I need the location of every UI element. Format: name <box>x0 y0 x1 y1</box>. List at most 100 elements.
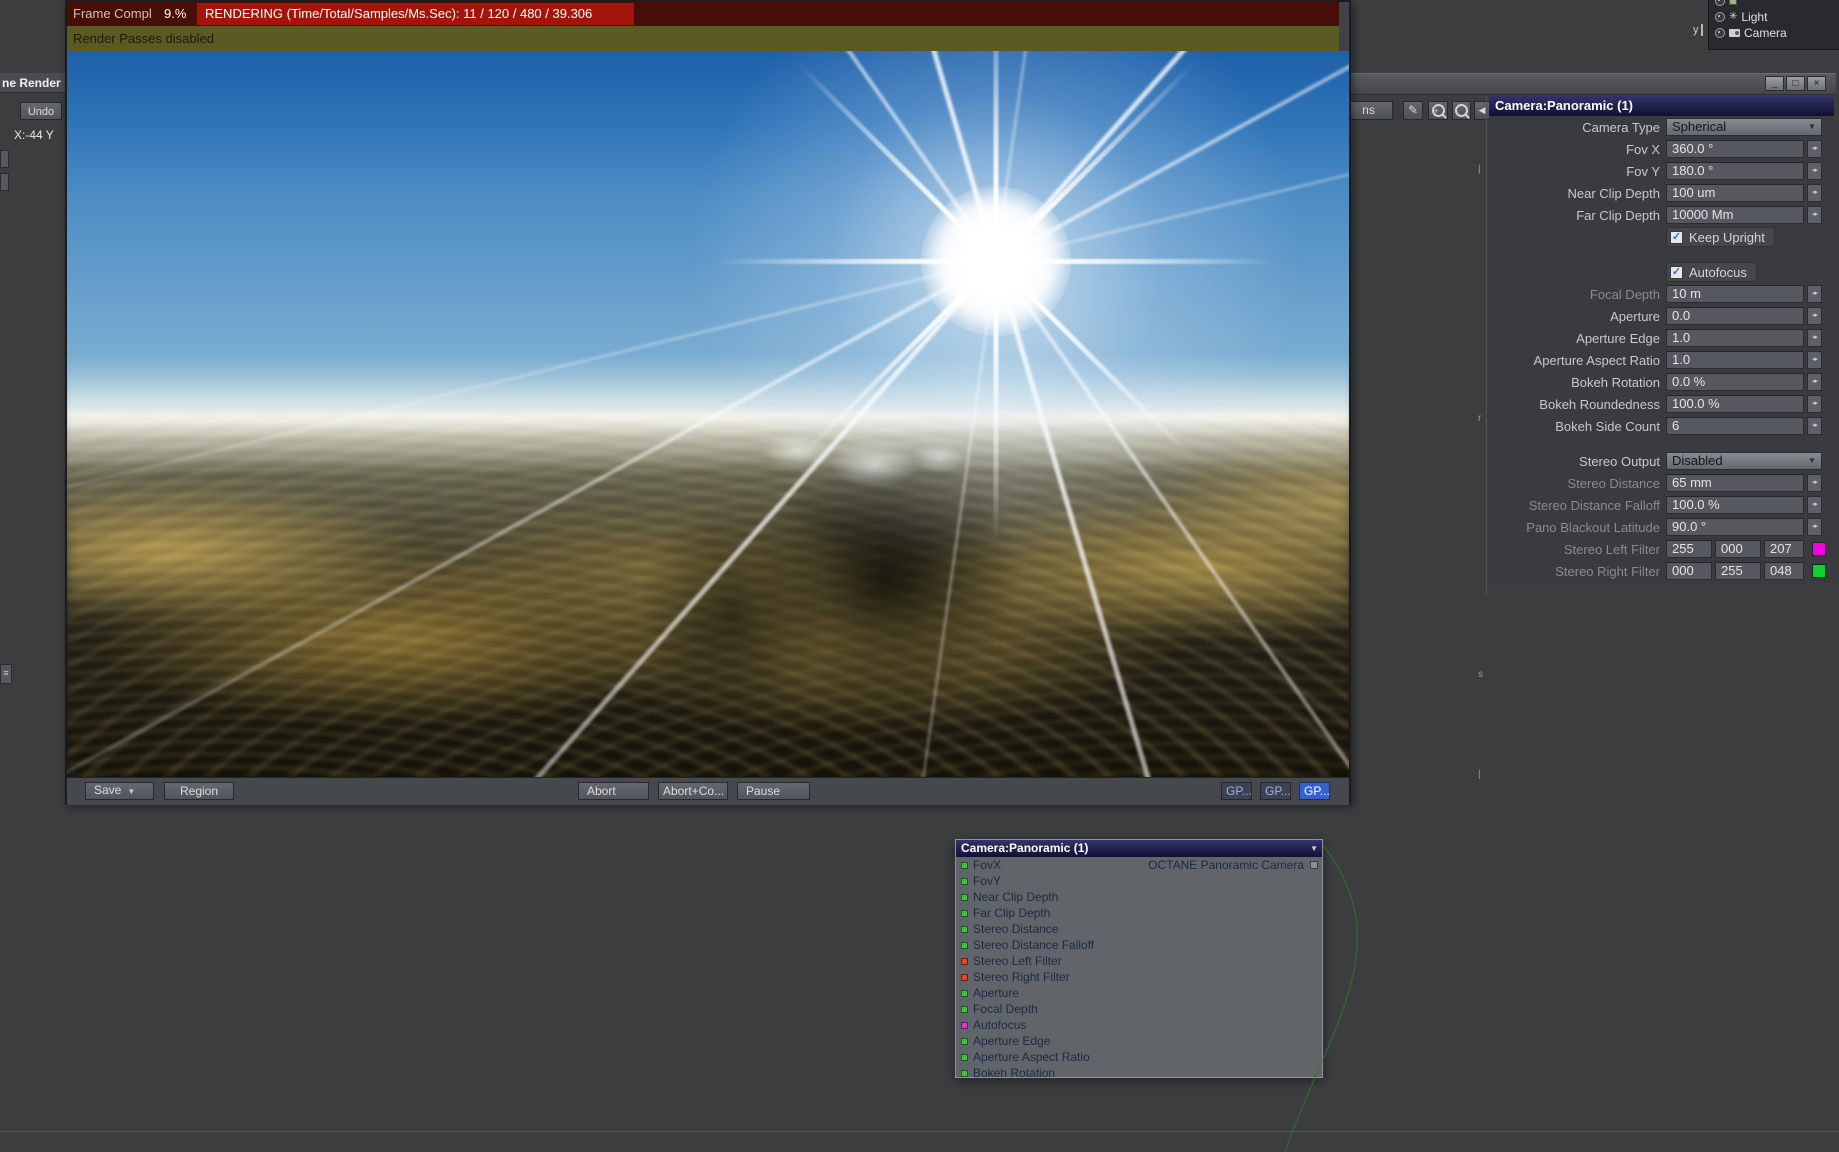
checkbox-keep-upright[interactable]: ✓ Keep Upright <box>1666 227 1775 247</box>
field-stereo-distance[interactable]: 65 mm <box>1666 474 1804 492</box>
stepper-aperture-edge[interactable]: ◂▸ <box>1807 329 1822 347</box>
prop-row-bokeh-side-count: Bokeh Side Count 6 ◂▸ <box>1489 415 1834 437</box>
coordinates-readout: X:-44 Y <box>14 128 54 142</box>
node-item-bokeh-rotation[interactable]: Bokeh Rotation <box>956 1065 1322 1077</box>
node-pin-icon <box>961 989 968 997</box>
close-button[interactable]: × <box>1807 76 1826 91</box>
gp-button-3[interactable]: GP... <box>1299 782 1330 800</box>
stepper-stereo-distance[interactable]: ◂▸ <box>1807 474 1822 492</box>
color-channel-stereo-left-filter[interactable]: 255 <box>1666 540 1712 558</box>
magnifier-icon[interactable] <box>1452 101 1471 120</box>
text-fragment: s <box>1478 669 1483 680</box>
dropdown-stereo-output[interactable]: Disabled ▼ <box>1666 452 1822 470</box>
node-item-stereo-right-filter[interactable]: Stereo Right Filter <box>956 969 1322 985</box>
options-button-fragment[interactable]: ns <box>1344 101 1393 120</box>
field-bokeh-side-count[interactable]: 6 <box>1666 417 1804 435</box>
node-type-label: OCTANE Panoramic Camera <box>1148 858 1304 872</box>
node-item-stereo-left-filter[interactable]: Stereo Left Filter <box>956 953 1322 969</box>
node-pin-icon <box>961 1053 968 1061</box>
field-aperture[interactable]: 0.0 <box>1666 307 1804 325</box>
app-titlebar: _ □ × <box>1342 73 1836 95</box>
color-channel-stereo-right-filter[interactable]: 048 <box>1764 562 1804 580</box>
stepper-fov-y[interactable]: ◂▸ <box>1807 162 1822 180</box>
panel-gap <box>1489 248 1834 261</box>
pencil-icon[interactable]: ✎ <box>1403 101 1423 120</box>
color-channel-stereo-left-filter[interactable]: 000 <box>1715 540 1761 558</box>
visibility-icon <box>1715 0 1725 6</box>
field-fov-y[interactable]: 180.0 ° <box>1666 162 1804 180</box>
node-item-label: FovY <box>973 874 1002 888</box>
node-item-near-clip-depth[interactable]: Near Clip Depth <box>956 889 1322 905</box>
scrollbar-fragment[interactable]: y <box>1693 24 1703 36</box>
color-channel-stereo-left-filter[interactable]: 207 <box>1764 540 1804 558</box>
node-item-far-clip-depth[interactable]: Far Clip Depth <box>956 905 1322 921</box>
field-fov-x[interactable]: 360.0 ° <box>1666 140 1804 158</box>
prop-row-near-clip-depth: Near Clip Depth 100 um ◂▸ <box>1489 182 1834 204</box>
field-far-clip-depth[interactable]: 10000 Mm <box>1666 206 1804 224</box>
field-near-clip-depth[interactable]: 100 um <box>1666 184 1804 202</box>
field-focal-depth[interactable]: 10 m <box>1666 285 1804 303</box>
node-pin-icon <box>961 973 968 981</box>
stepper-fov-x[interactable]: ◂▸ <box>1807 140 1822 158</box>
node-pin-icon <box>961 1021 968 1029</box>
stepper-stereo-distance-falloff[interactable]: ◂▸ <box>1807 496 1822 514</box>
node-item-aperture-aspect-ratio[interactable]: Aperture Aspect Ratio <box>956 1049 1322 1065</box>
color-channel-stereo-right-filter[interactable]: 000 <box>1666 562 1712 580</box>
color-swatch-stereo-left-filter[interactable] <box>1812 542 1826 556</box>
stepper-aperture-aspect-ratio[interactable]: ◂▸ <box>1807 351 1822 369</box>
left-edge-widget[interactable] <box>0 173 9 191</box>
chevron-down-icon: ▼ <box>1310 844 1318 853</box>
region-button[interactable]: Region <box>164 782 234 800</box>
abort-button[interactable]: Abort <box>578 782 649 800</box>
scene-item-light[interactable]: ✳ Light <box>1709 9 1839 25</box>
stepper-focal-depth[interactable]: ◂▸ <box>1807 285 1822 303</box>
pan-zoom-icon[interactable] <box>1428 101 1448 120</box>
color-channel-stereo-right-filter[interactable]: 255 <box>1715 562 1761 580</box>
stepper-near-clip-depth[interactable]: ◂▸ <box>1807 184 1822 202</box>
abort-copy-button[interactable]: Abort+Co... <box>658 782 728 800</box>
stepper-bokeh-roundedness[interactable]: ◂▸ <box>1807 395 1822 413</box>
left-edge-widget[interactable] <box>0 150 9 168</box>
field-stereo-distance-falloff[interactable]: 100.0 % <box>1666 496 1804 514</box>
scene-item-list: ✳ Light Camera <box>1708 0 1839 50</box>
field-aperture-aspect-ratio[interactable]: 1.0 <box>1666 351 1804 369</box>
node-item-fovy[interactable]: FovY <box>956 873 1322 889</box>
menu-icon[interactable]: ≡ <box>0 664 12 684</box>
node-item-aperture-edge[interactable]: Aperture Edge <box>956 1033 1322 1049</box>
stepper-pano-blackout-latitude[interactable]: ◂▸ <box>1807 518 1822 536</box>
stepper-far-clip-depth[interactable]: ◂▸ <box>1807 206 1822 224</box>
node-item-aperture[interactable]: Aperture <box>956 985 1322 1001</box>
stepper-bokeh-side-count[interactable]: ◂▸ <box>1807 417 1822 435</box>
node-item-autofocus[interactable]: Autofocus <box>956 1017 1322 1033</box>
prop-label-fov-x: Fov X <box>1626 141 1660 157</box>
node-item-fovx[interactable]: FovX OCTANE Panoramic Camera <box>956 857 1322 873</box>
prop-label-aperture-edge: Aperture Edge <box>1576 330 1660 346</box>
scene-item-camera[interactable]: Camera <box>1709 25 1839 41</box>
field-aperture-edge[interactable]: 1.0 <box>1666 329 1804 347</box>
node-item-stereo-distance[interactable]: Stereo Distance <box>956 921 1322 937</box>
scene-item-label: Camera <box>1744 26 1787 40</box>
undo-button[interactable]: Undo <box>20 102 62 120</box>
scene-item-partial[interactable] <box>1709 0 1839 9</box>
pause-button[interactable]: Pause <box>737 782 810 800</box>
dropdown-camera-type[interactable]: Spherical ▼ <box>1666 118 1822 136</box>
node-item-stereo-distance-falloff[interactable]: Stereo Distance Falloff <box>956 937 1322 953</box>
node-panel-header[interactable]: Camera:Panoramic (1) ▼ <box>956 840 1322 857</box>
field-pano-blackout-latitude[interactable]: 90.0 ° <box>1666 518 1804 536</box>
color-swatch-stereo-right-filter[interactable] <box>1812 564 1826 578</box>
stepper-aperture[interactable]: ◂▸ <box>1807 307 1822 325</box>
checkbox-autofocus[interactable]: ✓ Autofocus <box>1666 262 1757 282</box>
minimize-button[interactable]: _ <box>1765 76 1784 91</box>
field-bokeh-roundedness[interactable]: 100.0 % <box>1666 395 1804 413</box>
light-icon: ✳ <box>1729 11 1738 22</box>
node-item-label: Aperture Edge <box>973 1034 1051 1048</box>
chevron-down-icon: ▼ <box>1808 456 1816 465</box>
maximize-button[interactable]: □ <box>1786 76 1805 91</box>
field-bokeh-rotation[interactable]: 0.0 % <box>1666 373 1804 391</box>
stepper-bokeh-rotation[interactable]: ◂▸ <box>1807 373 1822 391</box>
node-item-label: Near Clip Depth <box>973 890 1059 904</box>
save-button[interactable]: Save ▼ <box>85 782 154 800</box>
node-item-focal-depth[interactable]: Focal Depth <box>956 1001 1322 1017</box>
gp-button-1[interactable]: GP... <box>1221 782 1252 800</box>
gp-button-2[interactable]: GP... <box>1260 782 1291 800</box>
